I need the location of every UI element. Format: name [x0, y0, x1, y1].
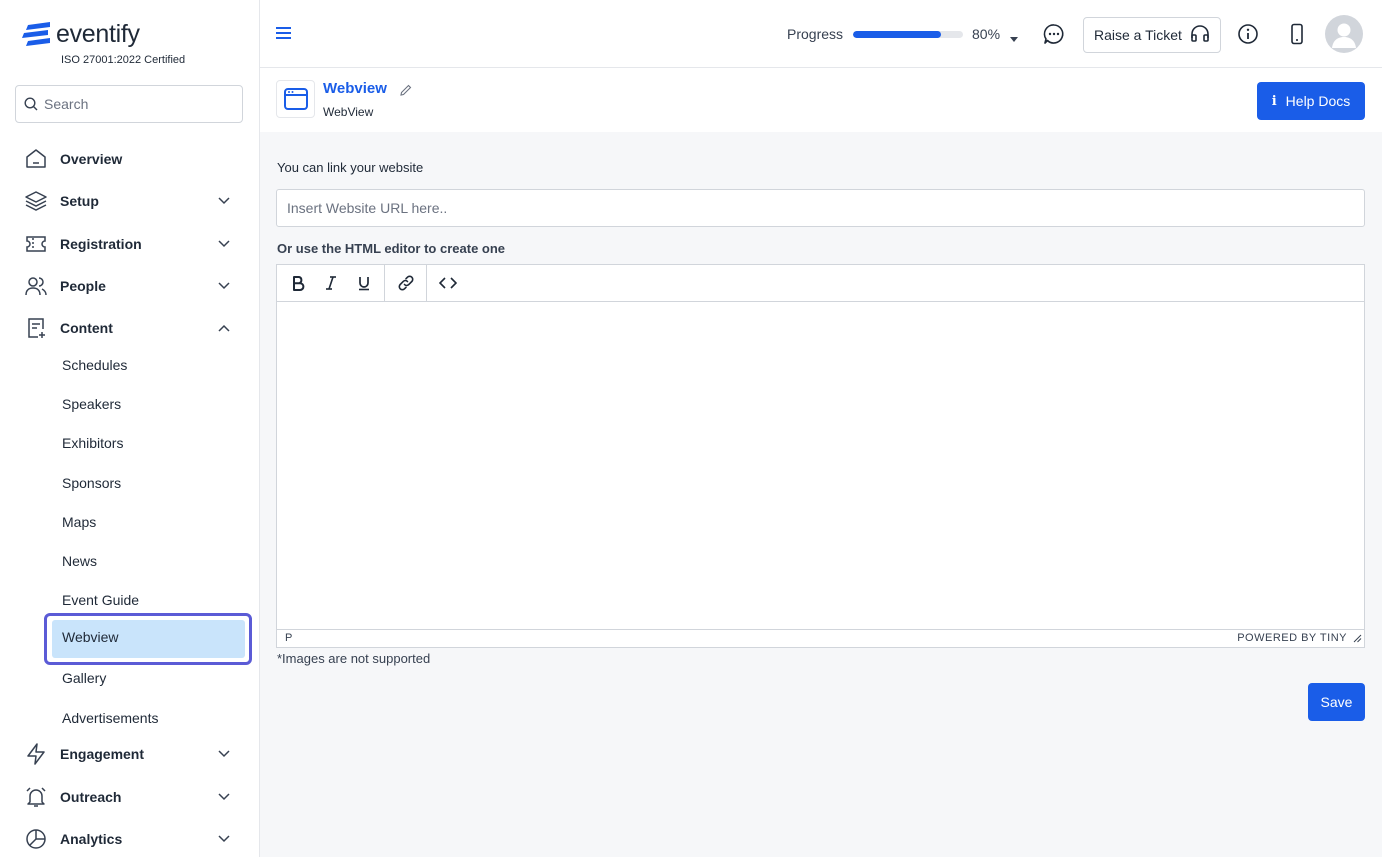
page-title: Webview: [323, 80, 387, 97]
editor-statusbar: P POWERED BY TINY: [277, 629, 1364, 647]
italic-icon[interactable]: [314, 265, 347, 301]
user-avatar[interactable]: [1325, 15, 1363, 53]
ticket-icon: [22, 230, 50, 258]
user-avatar-icon: [1332, 23, 1356, 48]
raise-ticket-label: Raise a Ticket: [1094, 27, 1182, 43]
sidebar-item-label: Content: [60, 320, 113, 336]
help-docs-button[interactable]: i Help Docs: [1257, 82, 1365, 120]
sidebar-subitem-sponsors[interactable]: Sponsors: [62, 473, 121, 493]
main-content: You can link your website Or use the HTM…: [260, 132, 1382, 857]
sidebar-item-label: Analytics: [60, 831, 123, 847]
save-button[interactable]: Save: [1308, 683, 1365, 721]
element-path[interactable]: P: [285, 632, 292, 644]
chevron-down-icon[interactable]: [216, 193, 232, 209]
sidebar-item-analytics[interactable]: Analytics: [22, 823, 238, 855]
users-icon: [22, 272, 50, 300]
link-website-label: You can link your website: [277, 160, 424, 175]
underline-icon[interactable]: [347, 265, 380, 301]
eventify-logo-icon: [22, 21, 50, 46]
sidebar-subitem-gallery[interactable]: Gallery: [62, 668, 106, 688]
chevron-down-icon[interactable]: [216, 278, 232, 294]
sidebar-item-overview[interactable]: Overview: [22, 143, 238, 175]
sidebar-subitem-maps[interactable]: Maps: [62, 512, 96, 532]
sidebar-subitem-webview-label: Webview: [62, 629, 119, 645]
sidebar-item-label: Registration: [60, 236, 142, 252]
progress-label: Progress: [787, 26, 844, 42]
html-editor[interactable]: P POWERED BY TINY: [276, 264, 1365, 648]
page-subtitle: WebView: [323, 105, 374, 119]
mobile-phone-icon[interactable]: [1287, 23, 1307, 50]
help-docs-label: Help Docs: [1285, 93, 1351, 109]
sidebar-subitem-event-guide[interactable]: Event Guide: [62, 590, 139, 610]
sidebar-subitem-schedules[interactable]: Schedules: [62, 355, 127, 375]
chevron-down-icon[interactable]: [216, 746, 232, 762]
sidebar-item-people[interactable]: People: [22, 270, 238, 302]
format-group: [277, 265, 385, 301]
website-url-input[interactable]: [276, 189, 1365, 227]
brand-name: eventify: [56, 20, 140, 48]
code-group: [427, 265, 468, 301]
home-icon: [22, 145, 50, 173]
chat-bubble-icon[interactable]: [1043, 23, 1065, 50]
sidebar-item-outreach[interactable]: Outreach: [22, 781, 238, 813]
chevron-up-icon[interactable]: [216, 320, 232, 336]
layers-icon: [22, 187, 50, 215]
pencil-edit-icon[interactable]: [400, 83, 412, 101]
progress-bar: [853, 31, 963, 38]
pie-chart-icon: [22, 825, 50, 853]
sidebar-subitem-advertisements[interactable]: Advertisements: [62, 708, 158, 728]
sidebar-subitem-news[interactable]: News: [62, 551, 97, 571]
images-note: *Images are not supported: [277, 651, 431, 666]
raise-ticket-button[interactable]: Raise a Ticket: [1083, 17, 1221, 53]
progress-bar-fill: [853, 31, 941, 38]
chevron-down-icon[interactable]: [216, 236, 232, 252]
sidebar-item-engagement[interactable]: Engagement: [22, 738, 238, 770]
search-input[interactable]: [44, 96, 224, 112]
sidebar-subitem-speakers[interactable]: Speakers: [62, 394, 121, 414]
link-group: [385, 265, 427, 301]
brand-logo[interactable]: eventify: [22, 20, 140, 49]
sidebar-item-label: People: [60, 278, 106, 294]
chevron-down-icon[interactable]: [216, 789, 232, 805]
sidebar-subitem-exhibitors[interactable]: Exhibitors: [62, 433, 123, 453]
lightning-icon: [22, 740, 50, 768]
search-icon: [24, 97, 38, 111]
source-code-icon[interactable]: [431, 265, 464, 301]
bold-icon[interactable]: [281, 265, 314, 301]
top-bar: Progress 80% Raise a Ticket: [260, 0, 1382, 68]
document-plus-icon: [22, 314, 50, 342]
page-header: Webview WebView i Help Docs: [260, 68, 1382, 132]
browser-window-icon: [276, 80, 315, 118]
powered-by-label[interactable]: POWERED BY TINY: [1237, 632, 1347, 644]
editor-toolbar: [277, 265, 1364, 302]
sidebar: eventify ISO 27001:2022 Certified Overvi…: [0, 0, 260, 857]
sidebar-item-label: Setup: [60, 193, 99, 209]
caret-down-icon[interactable]: [1009, 30, 1019, 48]
info-icon[interactable]: [1237, 23, 1259, 50]
search-box[interactable]: [15, 85, 243, 123]
sidebar-item-label: Outreach: [60, 789, 122, 805]
sidebar-item-label: Engagement: [60, 746, 145, 762]
bell-icon: [22, 783, 50, 811]
certification-label: ISO 27001:2022 Certified: [61, 54, 186, 66]
info-small-icon: i: [1271, 93, 1277, 109]
sidebar-item-registration[interactable]: Registration: [22, 228, 238, 260]
hamburger-menu-icon[interactable]: [276, 26, 292, 45]
sidebar-item-label: Overview: [60, 151, 123, 167]
progress-percent: 80%: [972, 26, 1001, 42]
sidebar-item-setup[interactable]: Setup: [22, 185, 238, 217]
sidebar-item-content[interactable]: Content: [22, 312, 238, 344]
chevron-down-icon[interactable]: [216, 831, 232, 847]
link-icon[interactable]: [389, 265, 422, 301]
resize-handle-icon[interactable]: [1353, 634, 1362, 646]
headset-icon: [1190, 24, 1210, 47]
html-editor-label: Or use the HTML editor to create one: [277, 241, 506, 256]
